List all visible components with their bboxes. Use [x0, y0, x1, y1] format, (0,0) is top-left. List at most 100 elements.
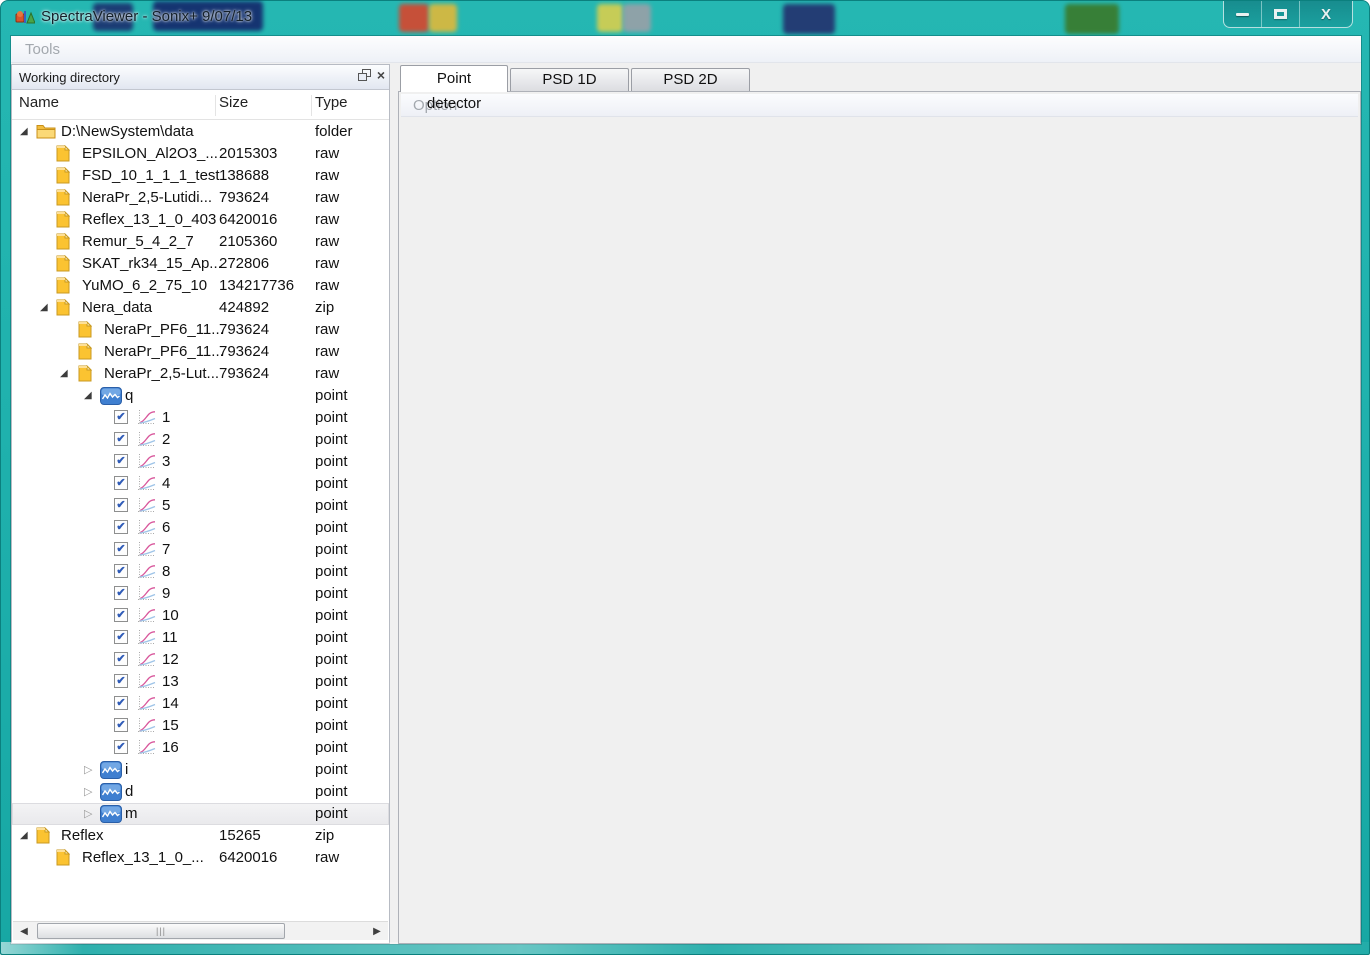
tree-row[interactable]: ✔14point: [12, 693, 389, 715]
collapse-expander-icon[interactable]: ◢: [40, 299, 48, 317]
file-icon: [56, 255, 70, 276]
menu-item-tools[interactable]: Tools: [25, 36, 60, 63]
tree-item-type: point: [315, 605, 348, 627]
tab-point-detector[interactable]: Point detector: [400, 65, 508, 92]
checkbox[interactable]: ✔: [114, 630, 128, 644]
curve-icon: [136, 739, 156, 759]
tree-item-type: point: [315, 759, 348, 781]
tree-row[interactable]: ✔13point: [12, 671, 389, 693]
tree-row[interactable]: ✔9point: [12, 583, 389, 605]
tree-row[interactable]: SKAT_rk34_15_Ap...272806raw: [12, 253, 389, 275]
tree-item-size: 15265: [219, 825, 261, 847]
minimize-icon: [1236, 13, 1249, 16]
tree-item-label: D:\NewSystem\data: [61, 121, 194, 143]
checkbox[interactable]: ✔: [114, 542, 128, 556]
close-button[interactable]: X: [1300, 1, 1352, 27]
column-header-name[interactable]: Name: [19, 94, 59, 111]
tree-row[interactable]: ✔7point: [12, 539, 389, 561]
scroll-left-arrow[interactable]: ◀: [15, 922, 33, 941]
checkbox[interactable]: ✔: [114, 410, 128, 424]
checkbox[interactable]: ✔: [114, 740, 128, 754]
tree-row[interactable]: NeraPr_PF6_11...793624raw: [12, 341, 389, 363]
checkbox[interactable]: ✔: [114, 696, 128, 710]
tree-row[interactable]: ✔1point: [12, 407, 389, 429]
checkbox[interactable]: ✔: [114, 432, 128, 446]
maximize-button[interactable]: [1262, 1, 1300, 27]
curve-icon: [136, 651, 156, 671]
tree-row[interactable]: Remur_5_4_2_72105360raw: [12, 231, 389, 253]
tree-row[interactable]: ✔11point: [12, 627, 389, 649]
tab-psd-1d-detector[interactable]: PSD 1D detector: [510, 68, 629, 91]
close-panel-button[interactable]: ×: [377, 69, 385, 81]
tree-row[interactable]: ▷dpoint: [12, 781, 389, 803]
checkbox[interactable]: ✔: [114, 718, 128, 732]
tree-item-type: raw: [315, 143, 339, 165]
tree-row[interactable]: ▷ipoint: [12, 759, 389, 781]
tree-row[interactable]: Reflex_13_1_0_...6420016raw: [12, 847, 389, 869]
tree-row[interactable]: ◢NeraPr_2,5-Lut...793624raw: [12, 363, 389, 385]
curve-icon: [136, 431, 156, 451]
file-icon: [56, 233, 70, 254]
collapse-expander-icon[interactable]: ◢: [20, 827, 28, 845]
tree-row[interactable]: ✔10point: [12, 605, 389, 627]
tree-item-type: point: [315, 539, 348, 561]
checkbox[interactable]: ✔: [114, 608, 128, 622]
file-tree: ◢D:\NewSystem\datafolderEPSILON_Al2O3_..…: [12, 121, 389, 871]
tree-row[interactable]: ✔2point: [12, 429, 389, 451]
tree-row[interactable]: ▷mpoint: [12, 803, 389, 825]
tree-row[interactable]: ✔4point: [12, 473, 389, 495]
tree-row[interactable]: ✔6point: [12, 517, 389, 539]
tree-header[interactable]: Name Size Type: [12, 91, 389, 120]
caption-buttons: X: [1223, 1, 1353, 28]
title-bar[interactable]: SpectraViewer - Sonix+ 9/07/13 X: [1, 1, 1369, 36]
tree-row[interactable]: ◢D:\NewSystem\datafolder: [12, 121, 389, 143]
tree-row[interactable]: ◢qpoint: [12, 385, 389, 407]
tree-row[interactable]: EPSILON_Al2O3_...2015303raw: [12, 143, 389, 165]
checkbox[interactable]: ✔: [114, 652, 128, 666]
tree-row[interactable]: ✔15point: [12, 715, 389, 737]
working-directory-panel: Working directory × Name Size Type ◢ D:\N…: [11, 64, 390, 944]
panel-splitter[interactable]: [390, 64, 398, 944]
tree-row[interactable]: FSD_10_1_1_1_test138688raw: [12, 165, 389, 187]
tree-item-label: Nera_data: [82, 297, 152, 319]
tree-row[interactable]: ◢Reflex15265zip: [12, 825, 389, 847]
scroll-right-arrow[interactable]: ▶: [368, 922, 386, 941]
collapse-expander-icon[interactable]: ◢: [84, 387, 92, 405]
collapse-expander-icon[interactable]: ◢: [20, 123, 28, 141]
expand-expander-icon[interactable]: ▷: [84, 805, 92, 823]
tree-row[interactable]: ✔5point: [12, 495, 389, 517]
tab-psd-2d-detector[interactable]: PSD 2D detector: [631, 68, 750, 91]
horizontal-scrollbar[interactable]: ◀ ||| ▶: [13, 921, 388, 940]
tree-row[interactable]: NeraPr_2,5-Lutidi...793624raw: [12, 187, 389, 209]
curve-icon: [136, 563, 156, 583]
tree-item-size: 793624: [219, 363, 269, 385]
tree-row[interactable]: YuMO_6_2_75_10134217736raw: [12, 275, 389, 297]
float-panel-button[interactable]: [358, 69, 371, 81]
checkbox[interactable]: ✔: [114, 520, 128, 534]
expand-expander-icon[interactable]: ▷: [84, 783, 92, 801]
checkbox[interactable]: ✔: [114, 476, 128, 490]
tree-row[interactable]: ✔16point: [12, 737, 389, 759]
minimize-button[interactable]: [1224, 1, 1262, 27]
tree-row[interactable]: Reflex_13_1_0_4036420016raw: [12, 209, 389, 231]
tree-row[interactable]: NeraPr_PF6_11...793624raw: [12, 319, 389, 341]
tree-row[interactable]: ✔3point: [12, 451, 389, 473]
column-header-type[interactable]: Type: [315, 94, 348, 111]
scrollbar-thumb[interactable]: |||: [37, 923, 285, 939]
checkbox[interactable]: ✔: [114, 498, 128, 512]
checkbox[interactable]: ✔: [114, 674, 128, 688]
tree-item-label: 8: [162, 561, 170, 583]
tree-item-type: point: [315, 649, 348, 671]
checkbox[interactable]: ✔: [114, 454, 128, 468]
checkbox[interactable]: ✔: [114, 564, 128, 578]
checkbox[interactable]: ✔: [114, 586, 128, 600]
tree-row[interactable]: ✔12point: [12, 649, 389, 671]
dock-header[interactable]: Working directory ×: [12, 65, 389, 90]
tree-item-type: raw: [315, 341, 339, 363]
tree-row[interactable]: ◢Nera_data424892zip: [12, 297, 389, 319]
column-header-size[interactable]: Size: [219, 94, 248, 111]
expand-expander-icon[interactable]: ▷: [84, 761, 92, 779]
collapse-expander-icon[interactable]: ◢: [60, 365, 68, 383]
tree-item-size: 134217736: [219, 275, 294, 297]
tree-row[interactable]: ✔8point: [12, 561, 389, 583]
